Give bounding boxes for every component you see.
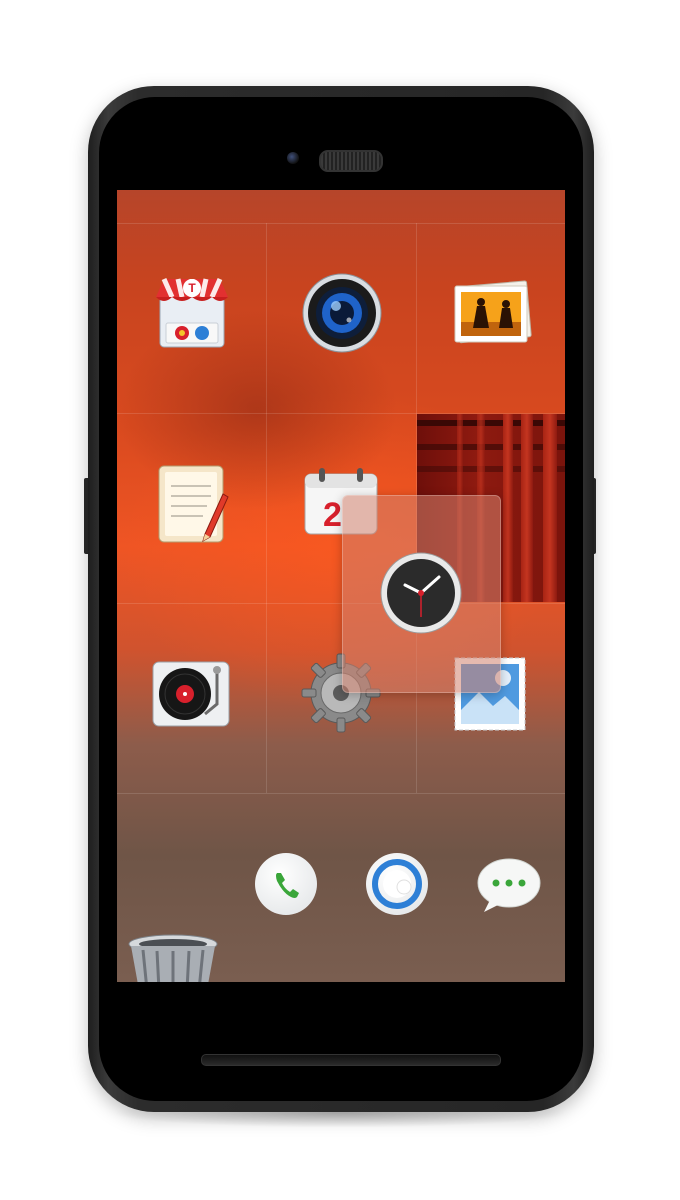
torii-post	[521, 414, 533, 602]
earpiece-speaker	[319, 150, 383, 172]
trash-can-icon[interactable]	[127, 934, 219, 982]
browser-icon[interactable]	[366, 853, 428, 915]
home-screen: T 2	[117, 190, 565, 982]
clock-icon[interactable]	[379, 551, 463, 635]
turntable-icon[interactable]	[151, 658, 231, 730]
calendar-day: 2	[323, 496, 342, 534]
svg-text:T: T	[188, 281, 196, 295]
notepad-icon[interactable]	[157, 464, 229, 546]
grid-line	[117, 223, 565, 224]
phone-icon[interactable]	[255, 853, 317, 915]
grid-line	[266, 223, 267, 793]
messages-icon[interactable]	[476, 856, 542, 916]
home-bar[interactable]	[201, 1054, 501, 1066]
photo-gallery-icon[interactable]	[451, 278, 533, 346]
dragged-widget-card[interactable]	[342, 495, 501, 693]
grid-line	[117, 793, 565, 794]
torii-post	[543, 414, 557, 602]
camera-icon[interactable]	[301, 272, 383, 354]
shopping-bag-icon[interactable]: T	[154, 275, 230, 351]
front-camera	[287, 152, 299, 164]
torii-post	[503, 414, 513, 602]
